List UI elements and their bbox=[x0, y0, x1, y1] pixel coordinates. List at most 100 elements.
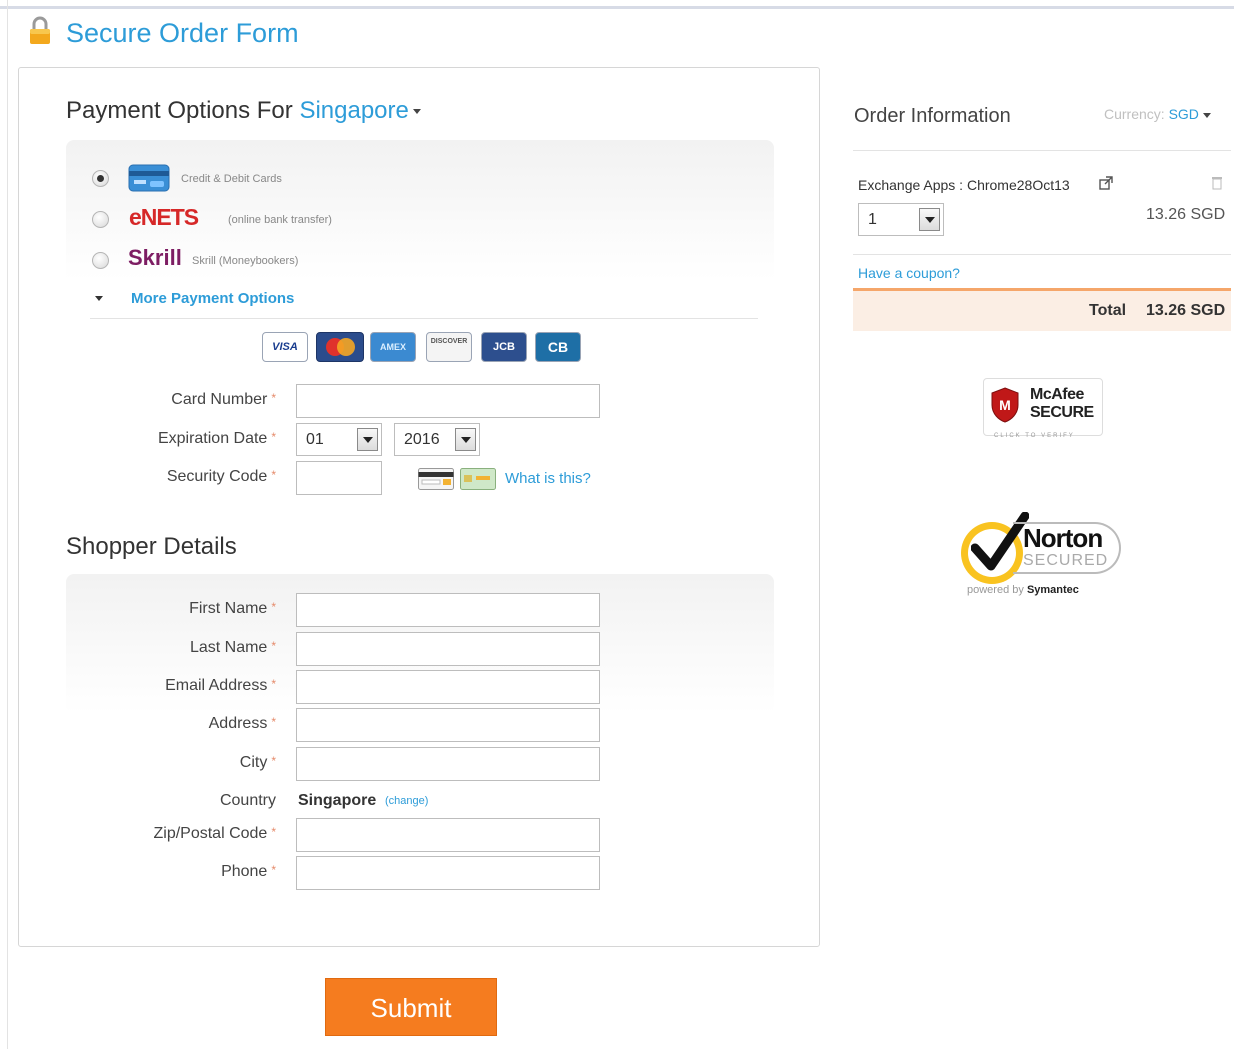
required-marker: * bbox=[271, 391, 276, 405]
exp-year-select[interactable]: 2016 bbox=[394, 423, 480, 456]
last-name-input[interactable] bbox=[296, 632, 600, 666]
radio-enets[interactable] bbox=[92, 211, 109, 228]
required-marker: * bbox=[271, 863, 276, 877]
amex-logo: AMEX bbox=[370, 332, 416, 362]
radio-skrill[interactable] bbox=[92, 252, 109, 269]
skrill-logo: Skrill bbox=[128, 245, 182, 270]
required-marker: * bbox=[271, 430, 276, 444]
currency-label: Currency: bbox=[1104, 106, 1165, 122]
expiration-date-label-text: Expiration Date bbox=[157, 430, 268, 447]
page-title: Secure Order Form bbox=[66, 18, 299, 48]
exp-month-value: 01 bbox=[306, 431, 324, 448]
change-country-link[interactable]: (change) bbox=[385, 795, 428, 807]
total-row: Total 13.26 SGD bbox=[853, 288, 1231, 331]
country-label: Country bbox=[219, 792, 276, 809]
phone-input[interactable] bbox=[296, 856, 600, 890]
mcafee-shield-icon: M bbox=[991, 387, 1019, 423]
norton-powered-by: powered by Symantec bbox=[967, 584, 1079, 596]
phone-label-text: Phone bbox=[221, 863, 268, 880]
mcafee-secure-badge[interactable]: M McAfee SECURE CLICK TO VERIFY bbox=[983, 378, 1103, 439]
city-input[interactable] bbox=[296, 747, 600, 781]
first-name-label: First Name * bbox=[76, 600, 276, 618]
first-name-input[interactable] bbox=[296, 593, 600, 627]
zip-code-label-text: Zip/Postal Code bbox=[153, 825, 268, 842]
address-label-text: Address bbox=[208, 715, 268, 732]
enets-description: (online bank transfer) bbox=[228, 214, 332, 226]
email-address-input[interactable] bbox=[296, 670, 600, 704]
norton-secured-text: SECURED bbox=[1023, 552, 1109, 569]
credit-card-icon bbox=[128, 164, 170, 192]
dropdown-arrow-icon bbox=[455, 428, 476, 451]
currency-selector[interactable]: Currency: SGD bbox=[1104, 106, 1211, 122]
city-label-text: City bbox=[239, 754, 268, 771]
chevron-down-icon bbox=[412, 109, 421, 115]
quantity-value: 1 bbox=[868, 211, 877, 228]
top-border bbox=[0, 6, 1234, 9]
email-address-label: Email Address * bbox=[76, 677, 276, 695]
dropdown-arrow-icon bbox=[357, 428, 378, 451]
city-label: City * bbox=[76, 754, 276, 772]
dropdown-arrow-icon bbox=[919, 208, 940, 231]
symantec-text: Symantec bbox=[1026, 584, 1079, 596]
exp-month-select[interactable]: 01 bbox=[296, 423, 382, 456]
trash-icon[interactable] bbox=[1211, 176, 1223, 190]
required-marker: * bbox=[271, 677, 276, 691]
quantity-select[interactable]: 1 bbox=[858, 203, 944, 236]
order-divider-top bbox=[853, 150, 1231, 151]
card-front-cvv-icon bbox=[460, 468, 496, 490]
first-name-label-text: First Name bbox=[189, 600, 268, 617]
security-code-label-text: Security Code bbox=[166, 468, 268, 485]
expiration-date-label: Expiration Date * bbox=[76, 430, 276, 448]
external-link-icon[interactable] bbox=[1099, 176, 1113, 190]
zip-code-label: Zip/Postal Code * bbox=[76, 825, 276, 843]
phone-label: Phone * bbox=[76, 863, 276, 881]
coupon-link[interactable]: Have a coupon? bbox=[858, 265, 960, 281]
submit-button[interactable]: Submit bbox=[325, 978, 497, 1036]
product-name: Exchange Apps : Chrome28Oct13 bbox=[858, 177, 1070, 193]
norton-title: Norton bbox=[1023, 523, 1103, 553]
last-name-label-text: Last Name bbox=[189, 639, 268, 656]
more-payment-options-link[interactable]: More Payment Options bbox=[131, 290, 294, 307]
email-address-label-text: Email Address bbox=[165, 677, 268, 694]
visa-logo: VISA bbox=[262, 332, 308, 362]
chevron-down-icon bbox=[1202, 112, 1211, 118]
mcafee-title: McAfee bbox=[1030, 386, 1084, 403]
zip-code-input[interactable] bbox=[296, 818, 600, 852]
what-is-this-link[interactable]: What is this? bbox=[505, 470, 591, 487]
country-value: Singapore bbox=[298, 792, 377, 809]
payment-divider bbox=[90, 318, 758, 319]
cards-description: Credit & Debit Cards bbox=[181, 173, 282, 185]
security-code-input[interactable] bbox=[296, 461, 382, 495]
svg-text:M: M bbox=[999, 397, 1011, 413]
cb-logo: CB bbox=[535, 332, 581, 362]
jcb-logo: JCB bbox=[481, 332, 527, 362]
radio-credit-cards[interactable] bbox=[92, 170, 109, 187]
card-number-label: Card Number * bbox=[76, 391, 276, 409]
address-label: Address * bbox=[76, 715, 276, 733]
expand-caret-icon bbox=[95, 296, 103, 301]
order-divider-mid bbox=[853, 254, 1231, 255]
required-marker: * bbox=[271, 715, 276, 729]
payment-heading-text: Payment Options For bbox=[66, 97, 293, 124]
powered-by-text: powered by bbox=[967, 584, 1024, 596]
payment-country-dropdown[interactable]: Singapore bbox=[299, 97, 421, 124]
required-marker: * bbox=[271, 754, 276, 768]
required-marker: * bbox=[271, 468, 276, 482]
line-price: 13.26 SGD bbox=[1146, 206, 1226, 223]
address-input[interactable] bbox=[296, 708, 600, 742]
card-number-label-text: Card Number bbox=[171, 391, 268, 408]
card-back-cvv-icon bbox=[418, 468, 454, 490]
card-number-input[interactable] bbox=[296, 384, 600, 418]
payment-heading: Payment Options For Singapore bbox=[66, 97, 421, 125]
required-marker: * bbox=[271, 600, 276, 614]
currency-value: SGD bbox=[1168, 106, 1199, 122]
required-marker: * bbox=[271, 639, 276, 653]
left-border bbox=[7, 0, 8, 1049]
security-code-label: Security Code * bbox=[76, 468, 276, 486]
total-label: Total bbox=[1089, 302, 1127, 319]
norton-secured-badge[interactable]: Norton SECURED powered by Symantec bbox=[961, 512, 1127, 604]
discover-logo: DISCOVER bbox=[426, 332, 472, 362]
enets-logo: eNETS bbox=[129, 204, 199, 230]
order-info-heading: Order Information bbox=[854, 105, 1011, 127]
mcafee-subtitle: SECURE bbox=[1030, 404, 1094, 421]
